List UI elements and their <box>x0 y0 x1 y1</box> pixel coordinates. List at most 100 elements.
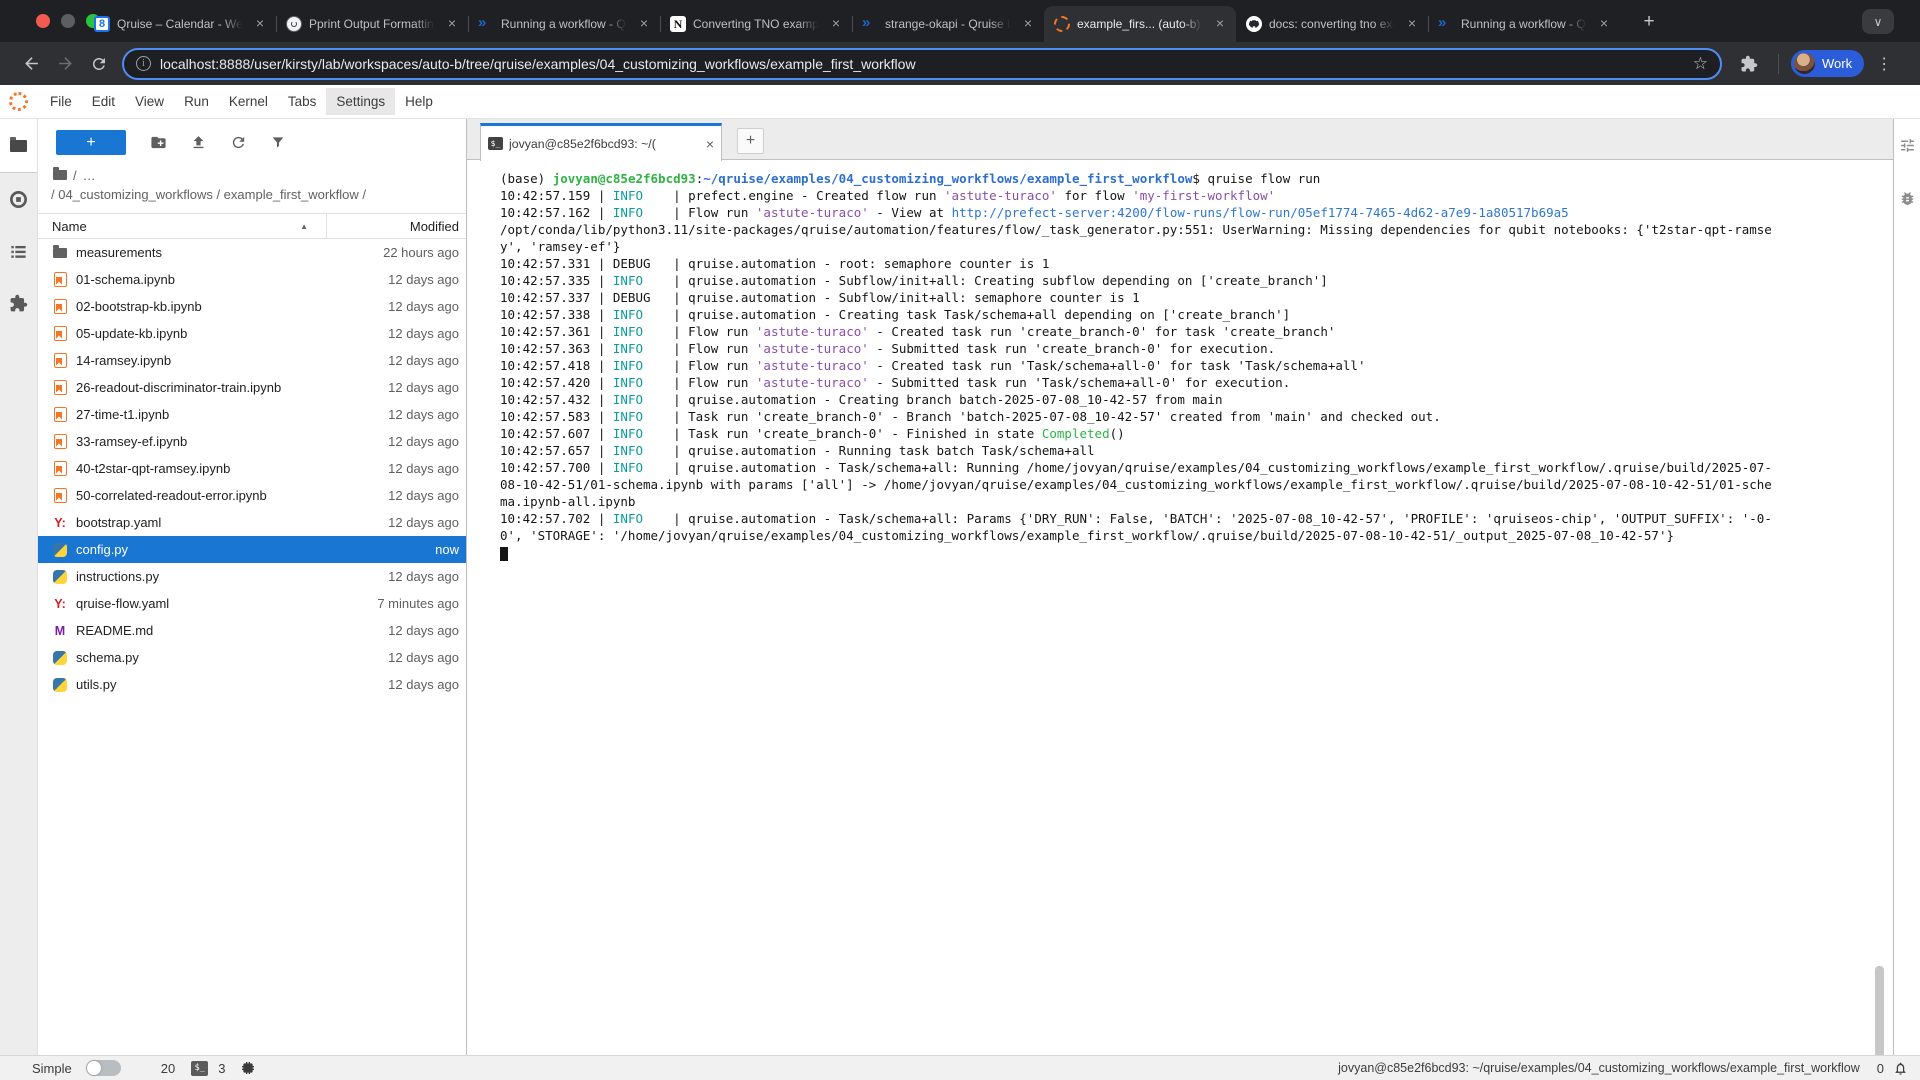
profile-chip[interactable]: Work <box>1791 50 1864 77</box>
minimize-window-button[interactable] <box>61 14 75 28</box>
column-header-modified[interactable]: Modified <box>327 219 466 234</box>
terminal-line: 10:42:57.363 | INFO | Flow run 'astute-t… <box>500 341 1893 358</box>
menu-settings[interactable]: Settings <box>326 88 395 115</box>
forward-icon[interactable] <box>48 49 82 79</box>
url-bar[interactable]: i localhost:8888/user/kirsty/lab/workspa… <box>122 48 1722 80</box>
dock-tab-bar: $_ jovyan@c85e2f6bcd93: ~/( × + <box>467 119 1893 160</box>
browser-tab[interactable]: strange-okapi - Qruise Da × <box>852 6 1044 42</box>
file-browser-tab[interactable] <box>0 119 37 172</box>
terminal-badge-icon[interactable]: $_ <box>191 1061 208 1076</box>
menu-file[interactable]: File <box>40 88 82 115</box>
tab-search-button[interactable]: ∨ <box>1862 9 1894 34</box>
file-name: README.md <box>76 623 327 638</box>
python-file-icon <box>53 651 67 665</box>
close-tab-icon[interactable]: × <box>444 16 460 32</box>
menu-edit[interactable]: Edit <box>82 88 125 115</box>
filter-icon[interactable] <box>258 134 298 150</box>
close-tab-icon[interactable]: × <box>1596 16 1612 32</box>
browser-tab[interactable]: Running a workflow - Qru × <box>468 6 660 42</box>
file-row[interactable]: 40-t2star-qpt-ramsey.ipynb 12 days ago <box>38 455 466 482</box>
file-row[interactable]: Y: bootstrap.yaml 12 days ago <box>38 509 466 536</box>
terminal-output: (base) jovyan@c85e2f6bcd93:~/qruise/exam… <box>467 160 1893 562</box>
simple-mode-toggle[interactable] <box>86 1060 121 1076</box>
menu-run[interactable]: Run <box>174 88 219 115</box>
upload-icon[interactable] <box>178 134 218 151</box>
file-modified: 12 days ago <box>327 407 466 422</box>
breadcrumb-ellipsis[interactable]: … <box>83 168 96 183</box>
terminal-line: 10:42:57.337 | DEBUG | qruise.automation… <box>500 290 1893 307</box>
new-launcher-button[interactable]: + <box>56 130 126 155</box>
extension-manager-icon[interactable] <box>9 294 28 313</box>
close-window-button[interactable] <box>36 14 50 28</box>
terminal-panel[interactable]: (base) jovyan@c85e2f6bcd93:~/qruise/exam… <box>467 160 1893 1055</box>
file-row[interactable]: 50-correlated-readout-error.ipynb 12 day… <box>38 482 466 509</box>
refresh-icon[interactable] <box>218 134 258 151</box>
breadcrumb-home-icon[interactable] <box>53 170 67 180</box>
back-icon[interactable] <box>14 49 48 79</box>
terminal-line: (base) jovyan@c85e2f6bcd93:~/qruise/exam… <box>500 171 1893 188</box>
debugger-bug-icon[interactable] <box>1899 190 1916 207</box>
browser-tab[interactable]: N Converting TNO example × <box>660 6 852 42</box>
file-row[interactable]: config.py now <box>38 536 466 563</box>
file-row[interactable]: instructions.py 12 days ago <box>38 563 466 590</box>
close-tab-icon[interactable]: × <box>636 16 652 32</box>
close-tab-icon[interactable]: × <box>1404 16 1420 32</box>
file-row[interactable]: measurements 22 hours ago <box>38 239 466 266</box>
github-favicon-icon <box>1246 16 1262 32</box>
table-of-contents-icon[interactable] <box>9 242 28 261</box>
file-row[interactable]: 33-ramsey-ef.ipynb 12 days ago <box>38 428 466 455</box>
bell-icon[interactable] <box>1893 1061 1908 1076</box>
breadcrumb-path[interactable]: / 04_customizing_workflows / example_fir… <box>38 185 466 207</box>
column-header-name[interactable]: Name ▲ <box>38 214 327 238</box>
file-name: utils.py <box>76 677 327 692</box>
file-row[interactable]: 14-ramsey.ipynb 12 days ago <box>38 347 466 374</box>
file-row[interactable]: 27-time-t1.ipynb 12 days ago <box>38 401 466 428</box>
folder-file-icon <box>53 248 67 258</box>
file-name: schema.py <box>76 650 327 665</box>
new-folder-icon[interactable] <box>138 134 178 151</box>
file-row[interactable]: 01-schema.ipynb 12 days ago <box>38 266 466 293</box>
file-row[interactable]: Y: qruise-flow.yaml 7 minutes ago <box>38 590 466 617</box>
file-row[interactable]: M README.md 12 days ago <box>38 617 466 644</box>
running-sessions-icon[interactable] <box>9 190 28 209</box>
menu-view[interactable]: View <box>125 88 174 115</box>
browser-tab[interactable]: Running a workflow - Qru × <box>1428 6 1620 42</box>
new-tab-button[interactable]: + <box>1636 9 1662 35</box>
kernel-chip-icon[interactable] <box>240 1060 256 1076</box>
file-row[interactable]: 05-update-kb.ipynb 12 days ago <box>38 320 466 347</box>
bookmark-star-icon[interactable]: ☆ <box>1693 54 1708 74</box>
menu-tabs[interactable]: Tabs <box>278 88 327 115</box>
file-row[interactable]: 26-readout-discriminator-train.ipynb 12 … <box>38 374 466 401</box>
notebook-file-icon <box>54 272 67 287</box>
menu-help[interactable]: Help <box>395 88 443 115</box>
close-tab-icon[interactable]: × <box>828 16 844 32</box>
browser-menu-kebab-icon[interactable]: ⋮ <box>1876 54 1892 74</box>
file-modified: 12 days ago <box>327 326 466 341</box>
site-info-icon[interactable]: i <box>136 56 151 71</box>
file-modified: 12 days ago <box>327 677 466 692</box>
file-row[interactable]: schema.py 12 days ago <box>38 644 466 671</box>
close-tab-icon[interactable]: × <box>252 16 268 32</box>
extensions-puzzle-icon[interactable] <box>1732 49 1766 79</box>
close-tab-icon[interactable]: × <box>1020 16 1036 32</box>
tab-title: Running a workflow - Qru <box>1461 17 1589 31</box>
tab-title: Qruise – Calendar - Week <box>117 17 245 31</box>
terminal-scrollbar[interactable] <box>1875 966 1884 1055</box>
close-icon[interactable]: × <box>706 136 714 152</box>
breadcrumb-root[interactable]: / <box>73 168 77 183</box>
terminal-host-path[interactable]: jovyan@c85e2f6bcd93: ~/qruise/examples/0… <box>1338 1061 1860 1075</box>
property-inspector-icon[interactable] <box>1899 137 1916 154</box>
terminal-tab[interactable]: $_ jovyan@c85e2f6bcd93: ~/( × <box>480 123 722 161</box>
reload-icon[interactable] <box>82 49 116 79</box>
browser-tab[interactable]: Pprint Output Formatting × <box>276 6 468 42</box>
browser-tab[interactable]: 8 Qruise – Calendar - Week × <box>84 6 276 42</box>
file-row[interactable]: 02-bootstrap-kb.ipynb 12 days ago <box>38 293 466 320</box>
close-tab-icon[interactable]: × <box>1212 16 1228 32</box>
file-row[interactable]: utils.py 12 days ago <box>38 671 466 698</box>
menu-kernel[interactable]: Kernel <box>219 88 278 115</box>
file-name: config.py <box>76 542 327 557</box>
file-list: measurements 22 hours ago 01-schema.ipyn… <box>38 239 466 698</box>
browser-tab[interactable]: docs: converting tno exa × <box>1236 6 1428 42</box>
new-dock-tab-button[interactable]: + <box>737 128 764 154</box>
browser-tab[interactable]: example_firs... (auto-b) - × <box>1044 6 1236 42</box>
